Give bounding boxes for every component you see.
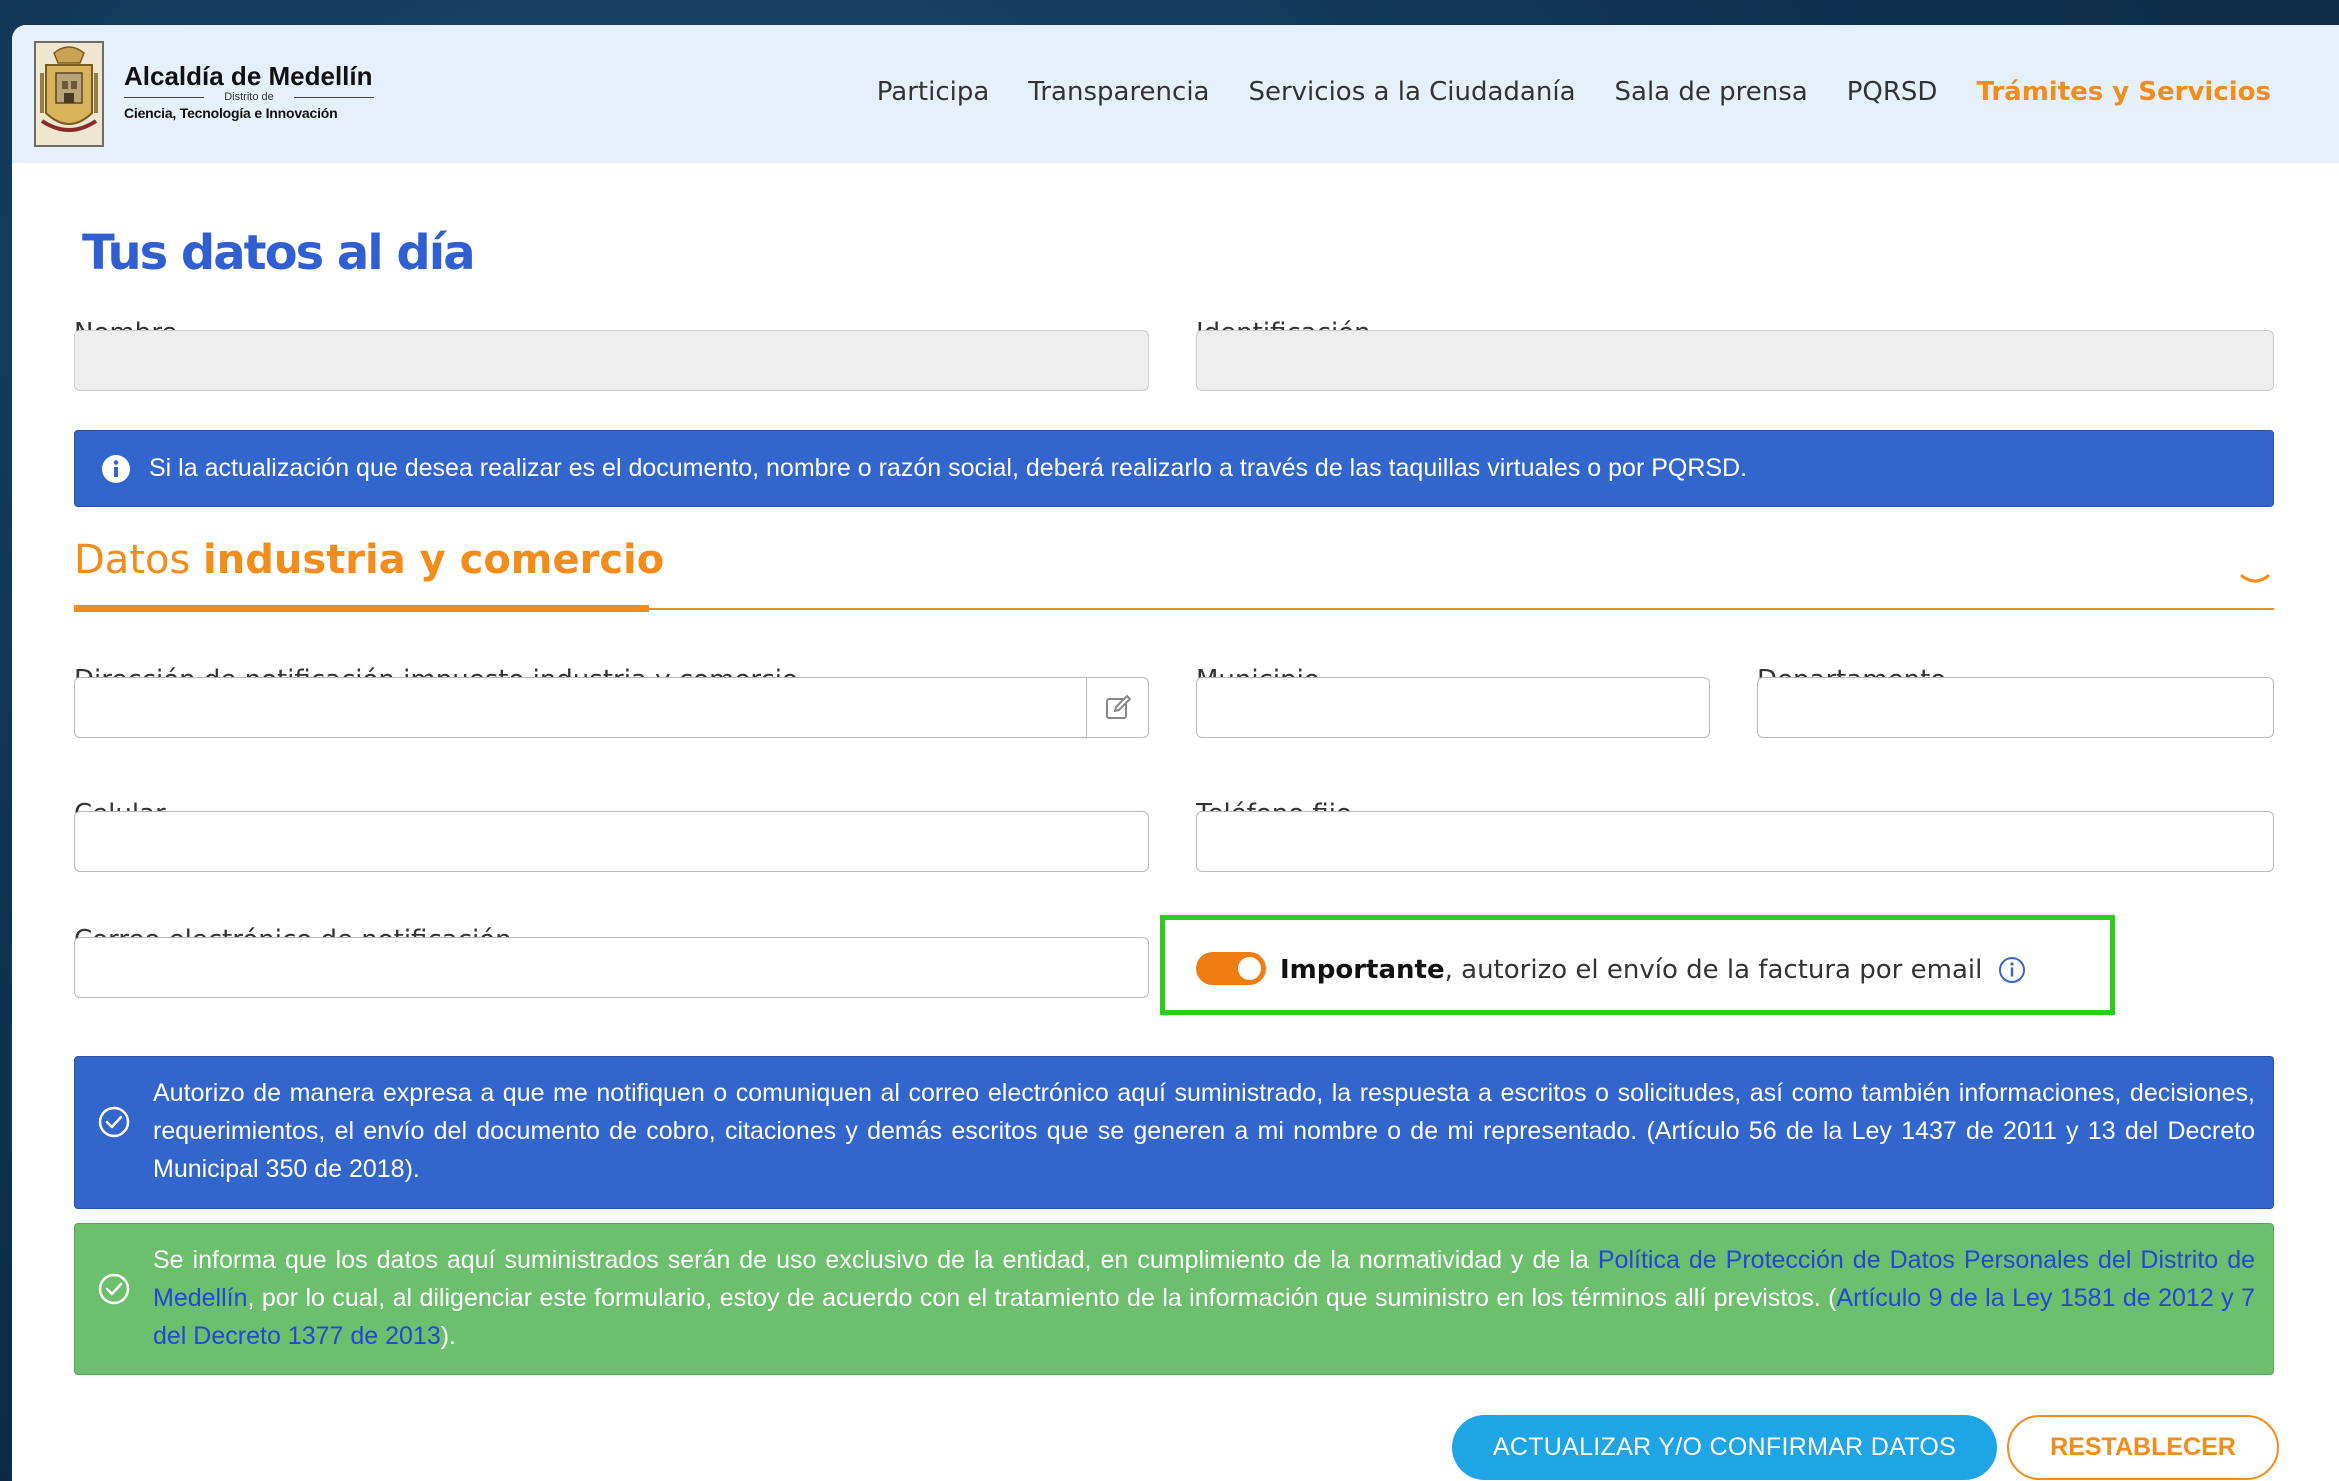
- privacy-text-part3: ).: [440, 1322, 457, 1350]
- edit-address-button[interactable]: [1086, 678, 1149, 737]
- check-circle-icon: [98, 1106, 130, 1138]
- nav-item-servicios-ciudadania[interactable]: Servicios a la Ciudadanía: [1248, 77, 1575, 107]
- toggle-label-text: , autorizo el envío de la factura por em…: [1444, 955, 1983, 985]
- address-input[interactable]: [74, 677, 1149, 738]
- department-input[interactable]: [1757, 677, 2274, 738]
- section-title: Datos industria y comercio: [74, 537, 664, 583]
- page-title: Tus datos al día: [82, 225, 476, 281]
- info-circle-icon[interactable]: [1998, 956, 2026, 984]
- chevron-down-icon[interactable]: [2238, 570, 2272, 590]
- nav-item-participa[interactable]: Participa: [877, 77, 990, 107]
- notification-authorization-notice: Autorizo de manera expresa a que me noti…: [74, 1056, 2274, 1209]
- section-title-prefix: Datos: [74, 537, 204, 583]
- nav-item-tramites-y-servicios[interactable]: Trámites y Servicios: [1976, 77, 2271, 107]
- reset-button[interactable]: RESTABLECER: [2007, 1415, 2279, 1480]
- info-banner: Si la actualización que desea realizar e…: [74, 430, 2274, 507]
- nav-item-transparencia[interactable]: Transparencia: [1028, 77, 1209, 107]
- privacy-text-part2: , por lo cual, al diligenciar este formu…: [247, 1284, 1837, 1312]
- identification-field: [1196, 330, 2274, 391]
- name-field: [74, 330, 1149, 391]
- toggle-knob: [1238, 957, 1261, 980]
- section-title-bold: industria y comercio: [203, 537, 665, 583]
- nav-item-sala-de-prensa[interactable]: Sala de prensa: [1615, 77, 1808, 107]
- email-input[interactable]: [74, 937, 1149, 998]
- edit-icon: [1106, 694, 1131, 719]
- landline-input[interactable]: [1196, 811, 2274, 872]
- logo-title: Alcaldía de Medellín: [124, 61, 373, 91]
- privacy-text-part1: Se informa que los datos aquí suministra…: [153, 1246, 1598, 1274]
- municipality-input[interactable]: [1196, 677, 1710, 738]
- check-circle-icon: [98, 1273, 130, 1305]
- logo-district: Distrito de: [124, 91, 374, 104]
- top-navigation-bar: Alcaldía de Medellín Distrito de Ciencia…: [12, 25, 2339, 163]
- main-nav: Participa Transparencia Servicios a la C…: [838, 77, 2271, 107]
- update-confirm-button[interactable]: ACTUALIZAR Y/O CONFIRMAR DATOS: [1452, 1415, 1997, 1480]
- logo-subtitle: Ciencia, Tecnología e Innovación: [124, 105, 338, 121]
- data-privacy-notice: Se informa que los datos aquí suministra…: [74, 1223, 2274, 1375]
- toggle-label-bold: Importante: [1280, 955, 1445, 985]
- nav-item-pqrsd[interactable]: PQRSD: [1847, 77, 1938, 107]
- section-divider-accent: [74, 605, 649, 612]
- authorization-text: Autorizo de manera expresa a que me noti…: [153, 1079, 2255, 1183]
- coat-of-arms-logo-icon[interactable]: [34, 41, 104, 147]
- info-banner-text: Si la actualización que desea realizar e…: [149, 454, 1748, 482]
- email-invoice-toggle-label: Importante, autorizo el envío de la fact…: [1280, 955, 1982, 985]
- email-invoice-toggle[interactable]: [1196, 952, 1266, 985]
- page-card: Alcaldía de Medellín Distrito de Ciencia…: [12, 25, 2339, 1481]
- info-icon: [102, 454, 130, 483]
- logo-text-block[interactable]: Alcaldía de Medellín Distrito de Ciencia…: [124, 61, 384, 122]
- mobile-input[interactable]: [74, 811, 1149, 872]
